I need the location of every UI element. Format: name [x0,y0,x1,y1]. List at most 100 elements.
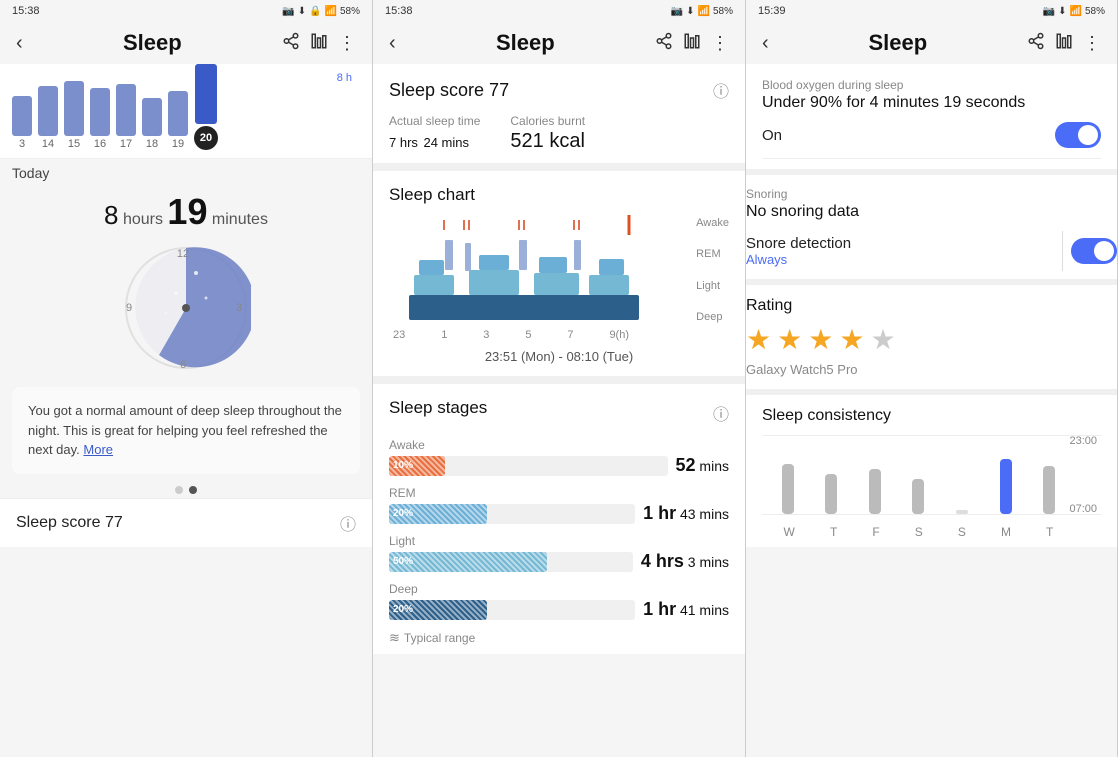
panel-3: 15:39 📷 ⬇ 📶 58% ‹ Sleep ⋮ Blood oxygen d… [746,0,1118,757]
stage-awake-fill: 10% [389,456,445,476]
sleep-minutes-number: 19 [167,191,207,232]
bar-item-19: 19 [168,91,188,150]
star-4[interactable]: ★ [839,323,864,356]
stage-deep-time: 1 hr 41 mins [643,599,729,620]
toggle-on-label: On [762,127,782,144]
star-2[interactable]: ★ [777,323,802,356]
x-label-9: 9(h) [609,329,629,341]
chart-icon-3[interactable] [1055,32,1073,55]
star-5[interactable]: ★ [870,323,895,356]
stage-rem-bar-wrap: 20% [389,504,635,524]
arrow-icon: ⬇ [298,6,306,17]
consistency-bars [762,435,1101,515]
spo2-label: Blood oxygen during sleep [762,78,1101,92]
sleep-chart-svg [389,215,689,325]
more-link[interactable]: More [83,442,113,457]
info-icon-score[interactable]: ⓘ [340,511,356,535]
calories-val: 521 kcal [510,130,585,153]
score-section: Sleep score 77 ⓘ Actual sleep time 7 hrs… [373,64,745,171]
sleep-hours-number: 8 [104,200,118,230]
actual-sleep-metric: Actual sleep time 7 hrs 24 mins [389,114,480,153]
arrow-icon-3: ⬇ [1058,6,1066,17]
stage-awake-name: Awake [389,438,729,452]
stage-deep: Deep 20% 1 hr 41 mins [389,582,729,620]
typical-range-label: Typical range [404,631,475,645]
stars-row[interactable]: ★ ★ ★ ★ ★ [746,323,1117,356]
bar-20 [195,64,217,124]
battery-2: 58% [713,6,733,17]
sleep-minutes-label: minutes [212,211,268,228]
chart-icon-1[interactable] [310,32,328,55]
sleep-chart-title: Sleep chart [389,185,729,205]
share-icon-1[interactable] [282,32,300,55]
bar-label-16: 16 [94,138,106,150]
stage-light-time: 4 hrs 3 mins [641,551,729,572]
label-rem: REM [696,248,729,260]
stage-light-bar-row: 50% 4 hrs 3 mins [389,551,729,572]
snore-detect-sub: Always [746,252,851,267]
svg-text:6: 6 [180,359,186,371]
bar-15 [64,81,84,136]
share-icon-2[interactable] [655,32,673,55]
bar-label-19: 19 [172,138,184,150]
back-button-2[interactable]: ‹ [389,32,396,55]
info-icon-2[interactable]: ⓘ [713,78,729,102]
day-labels: W T F S S M T [762,521,1101,539]
bar-17 [116,84,136,136]
stage-rem-name: REM [389,486,729,500]
panel-2: 15:38 📷 ⬇ 📶 58% ‹ Sleep ⋮ Sleep score 77… [373,0,746,757]
header-icons-2: ⋮ [655,32,729,55]
snore-toggle[interactable] [1071,238,1117,264]
header-icons-3: ⋮ [1027,32,1101,55]
back-button-3[interactable]: ‹ [762,32,769,55]
info-icon-stages[interactable]: ⓘ [713,401,729,425]
snore-detect-right [1062,231,1117,271]
rating-section: Rating ★ ★ ★ ★ ★ Galaxy Watch5 Pro [746,285,1117,395]
stage-light-pct: 50% [393,556,413,567]
app-header-1: ‹ Sleep ⋮ [0,22,372,64]
stage-awake: Awake 10% 52 mins [389,438,729,476]
spo2-value: Under 90% for 4 minutes 19 seconds [762,94,1101,112]
time-high: 23:00 [1069,435,1097,447]
bar-item-20-today[interactable]: 20 [194,64,218,150]
stage-awake-time: 52 mins [676,455,729,476]
more-icon-2[interactable]: ⋮ [711,33,729,54]
actual-sleep-val: 7 hrs 24 mins [389,130,480,153]
star-3[interactable]: ★ [808,323,833,356]
sleep-score-bar[interactable]: Sleep score 77 ⓘ [0,498,372,547]
dot-1 [175,486,183,494]
device-label: Galaxy Watch5 Pro [746,356,1117,379]
back-button-1[interactable]: ‹ [16,32,23,55]
c-bar-T2 [1043,466,1055,514]
chart-icon-2[interactable] [683,32,701,55]
more-icon-3[interactable]: ⋮ [1083,33,1101,54]
carousel-dots [0,482,372,498]
stage-rem-time: 1 hr 43 mins [643,503,729,524]
status-icons-3: 📷 ⬇ 📶 58% [1043,6,1105,17]
bar-item-17: 17 [116,84,136,150]
share-icon-3[interactable] [1027,32,1045,55]
today-circle: 20 [194,126,218,150]
app-header-2: ‹ Sleep ⋮ [373,22,745,64]
score-row: Sleep score 77 ⓘ [389,78,729,102]
stage-rem-pct: 20% [393,508,413,519]
stage-light-fill: 50% [389,552,547,572]
more-icon-1[interactable]: ⋮ [338,33,356,54]
label-awake: Awake [696,217,729,229]
battery-1: 58% [340,6,360,17]
stage-light-bar-wrap: 50% [389,552,633,572]
signal-icon-3: 📶 [1070,6,1082,17]
c-bar-S1 [912,479,924,514]
spo2-toggle[interactable] [1055,122,1101,148]
star-1[interactable]: ★ [746,323,771,356]
stage-light-name: Light [389,534,729,548]
label-deep: Deep [696,311,729,323]
metrics-row: Actual sleep time 7 hrs 24 mins Calories… [389,114,729,153]
day-F: F [872,525,879,539]
status-bar-3: 15:39 📷 ⬇ 📶 58% [746,0,1117,22]
c-bar-S1-fill [912,479,924,514]
panel-1: 15:38 📷 ⬇ 🔒 📶 58% ‹ Sleep ⋮ 8 h 3 [0,0,373,757]
time-1: 15:38 [12,5,40,17]
c-bar-S2 [956,510,968,514]
stage-awake-pct: 10% [393,460,413,471]
